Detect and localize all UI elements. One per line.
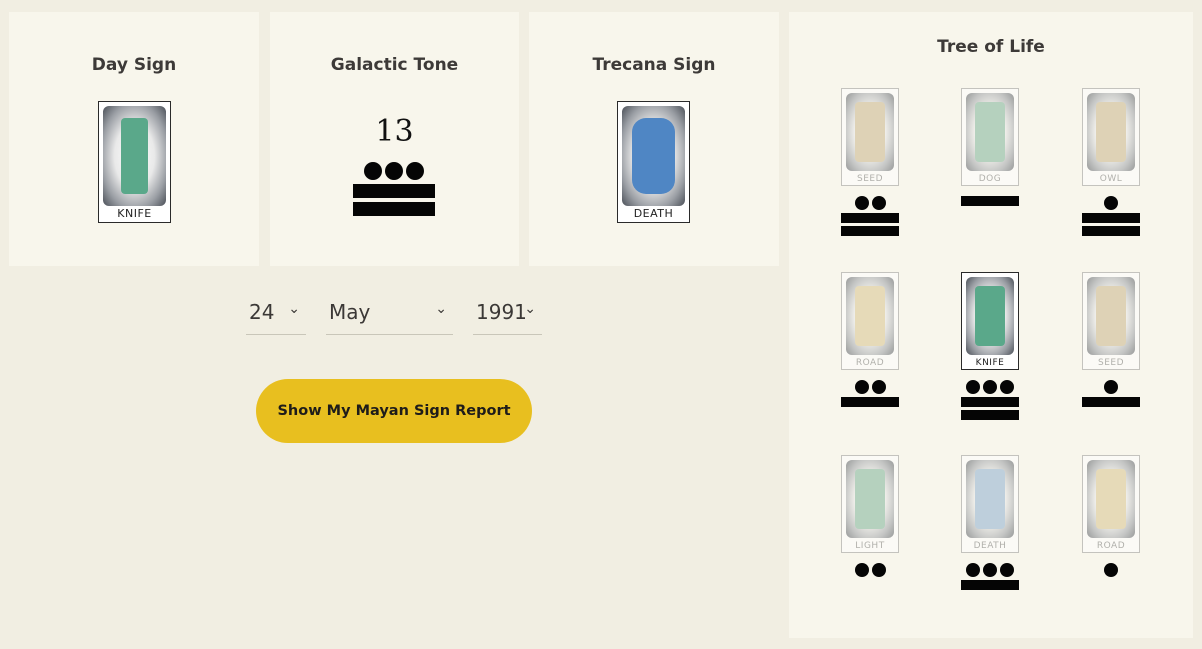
trecana-sign-title: Trecana Sign xyxy=(592,55,716,75)
day-select[interactable]: 24 ⌄ xyxy=(246,292,306,335)
tone-1-icon xyxy=(1082,563,1140,577)
knife-glyph-icon: KNIFE xyxy=(961,272,1019,370)
tree-cell-label: DOG xyxy=(978,174,1002,184)
tree-cell-label: ROAD xyxy=(855,358,885,368)
chevron-down-icon: ⌄ xyxy=(288,301,300,317)
tree-cell-label: SEED xyxy=(1097,358,1125,368)
tone-12-icon xyxy=(841,196,899,236)
road-glyph-icon: ROAD xyxy=(1082,455,1140,553)
trecana-sign-card: Trecana Sign DEATH xyxy=(529,12,779,266)
tone-5-icon xyxy=(961,196,1019,206)
tree-cell-label: ROAD xyxy=(1096,541,1126,551)
month-select[interactable]: May ⌄ xyxy=(326,292,453,335)
month-select-value: May xyxy=(329,300,371,324)
seed-glyph-icon: SEED xyxy=(841,88,899,186)
light-glyph-icon: LIGHT xyxy=(841,455,899,553)
tree-cell-label: LIGHT xyxy=(855,541,885,551)
show-report-button[interactable]: Show My Mayan Sign Report xyxy=(256,379,532,443)
dog-glyph-icon: DOG xyxy=(961,88,1019,186)
death-glyph-icon: DEATH xyxy=(961,455,1019,553)
year-select[interactable]: 1991 ⌄ xyxy=(473,292,542,335)
tone-13-icon xyxy=(961,380,1019,420)
tree-cell-label: OWL xyxy=(1099,174,1123,184)
seed-glyph-icon: SEED xyxy=(1082,272,1140,370)
galactic-tone-number: 13 xyxy=(375,114,414,149)
day-select-value: 24 xyxy=(249,300,275,324)
road-glyph-icon: ROAD xyxy=(841,272,899,370)
year-select-value: 1991 xyxy=(476,300,527,324)
tree-cell-label: DEATH xyxy=(973,541,1007,551)
day-sign-label: KNIFE xyxy=(117,207,152,220)
chevron-down-icon: ⌄ xyxy=(524,301,536,317)
tree-of-life-card: Tree of Life SEED DOG OWL ROAD KNIFE SEED LIGH… xyxy=(789,12,1193,638)
death-glyph-icon: DEATH xyxy=(617,101,690,223)
tree-cell-label: KNIFE xyxy=(975,358,1005,368)
knife-glyph-icon: KNIFE xyxy=(98,101,171,223)
galactic-tone-title: Galactic Tone xyxy=(330,55,459,75)
tone-13-icon xyxy=(353,162,435,216)
tone-7-icon xyxy=(841,380,899,407)
day-sign-title: Day Sign xyxy=(91,55,177,75)
tone-2-icon xyxy=(841,563,899,577)
tone-8-icon xyxy=(961,563,1019,590)
chevron-down-icon: ⌄ xyxy=(435,301,447,317)
tree-cell-label: SEED xyxy=(856,174,884,184)
owl-glyph-icon: OWL xyxy=(1082,88,1140,186)
day-sign-card: Day Sign KNIFE xyxy=(9,12,259,266)
tone-6-icon xyxy=(1082,380,1140,407)
galactic-tone-card: Galactic Tone 13 xyxy=(270,12,519,266)
tone-11-icon xyxy=(1082,196,1140,236)
tree-of-life-title: Tree of Life xyxy=(937,37,1045,57)
trecana-sign-label: DEATH xyxy=(633,207,674,220)
